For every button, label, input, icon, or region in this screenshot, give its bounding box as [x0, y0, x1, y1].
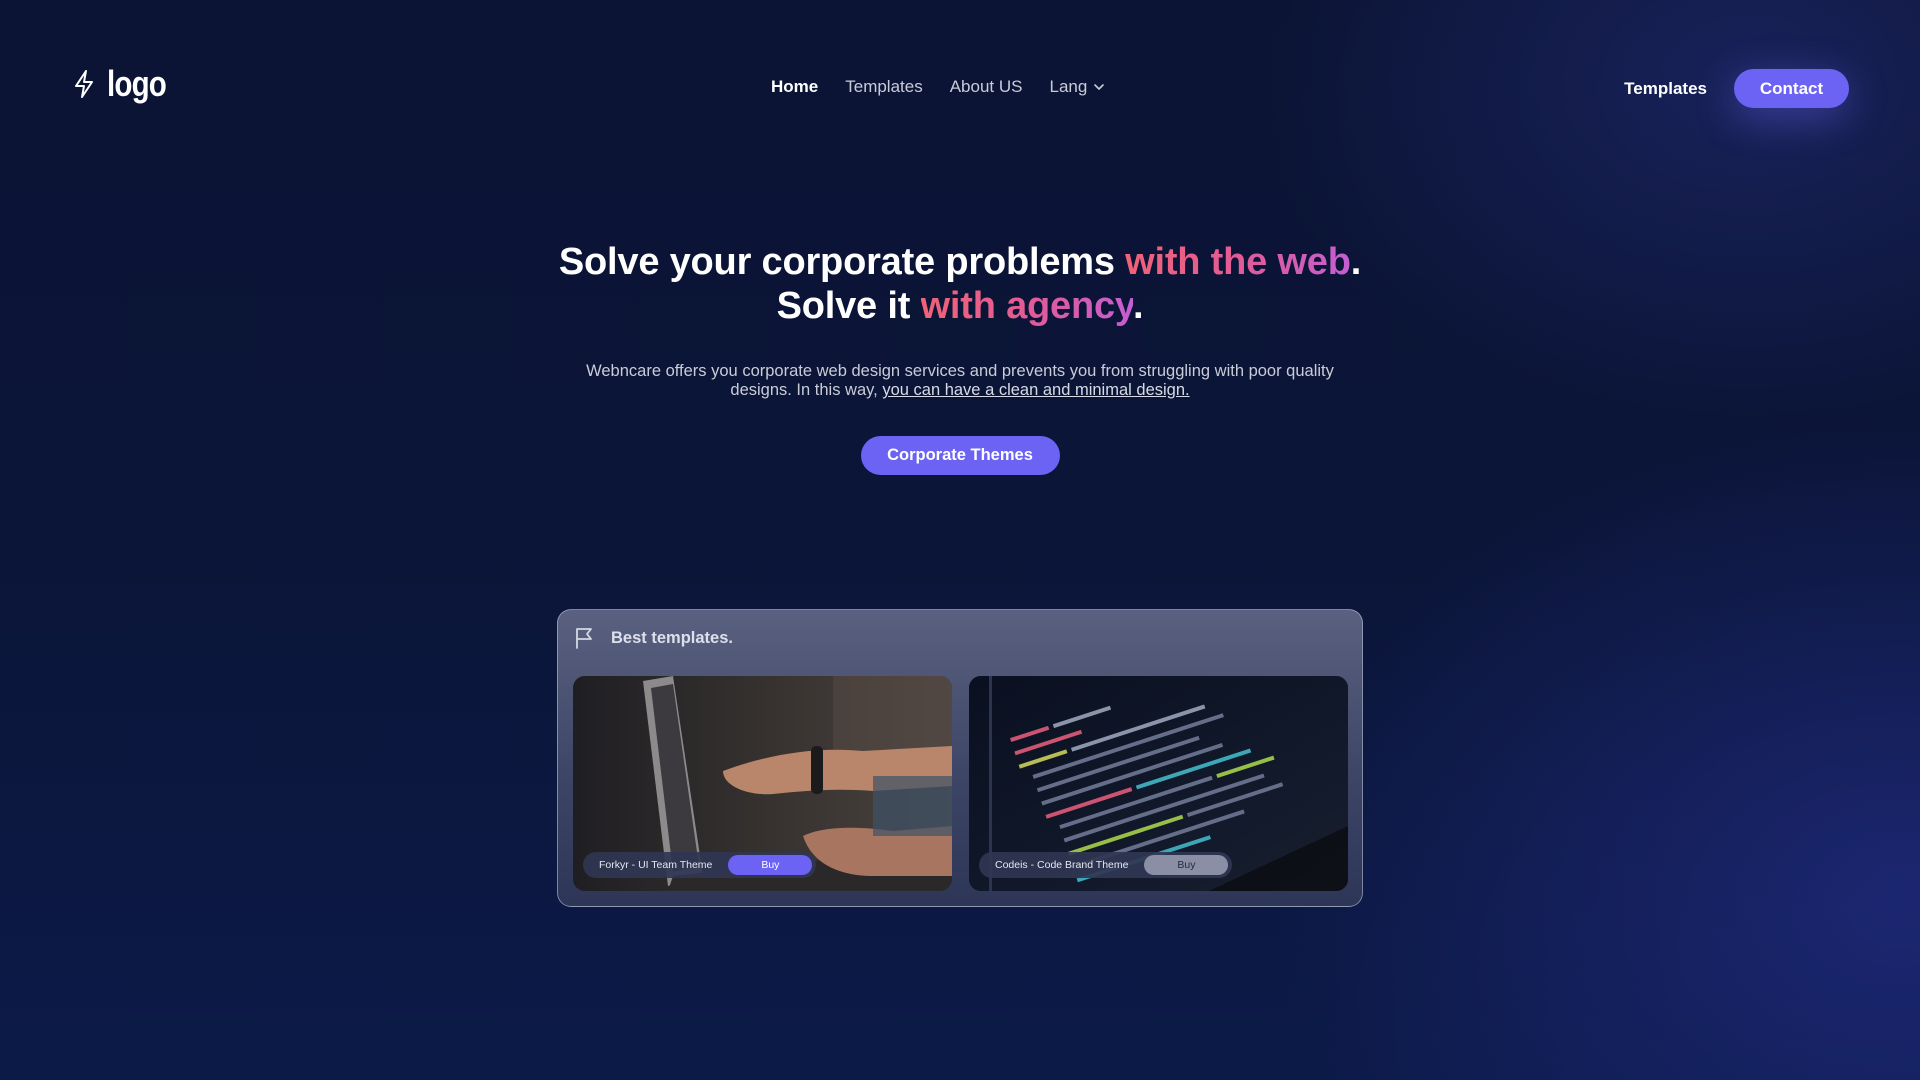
template-name: Forkyr - UI Team Theme: [599, 859, 713, 871]
chevron-down-icon: [1094, 84, 1105, 90]
hero-title-text: Solve your corporate problems: [558, 241, 1126, 283]
template-card-forkyr[interactable]: Forkyr - UI Team Theme Buy: [573, 676, 952, 891]
hero-title-period: .: [1350, 241, 1362, 283]
hero-section: Solve your corporate problems with the w…: [0, 240, 1920, 475]
hero-description-link[interactable]: you can have a clean and minimal design.: [882, 381, 1189, 399]
lightning-icon: [75, 70, 93, 98]
corporate-themes-button[interactable]: Corporate Themes: [860, 436, 1060, 475]
template-name: Codeis - Code Brand Theme: [995, 859, 1129, 871]
lang-label: Lang: [1049, 77, 1088, 96]
nav-about[interactable]: About US: [950, 77, 1023, 97]
nav-home[interactable]: Home: [771, 77, 818, 97]
flag-icon: [576, 628, 592, 649]
hero-title-line1: Solve your corporate problems with the w…: [559, 241, 1361, 283]
templates-link[interactable]: Templates: [1624, 79, 1707, 99]
logo[interactable]: logo: [73, 66, 179, 102]
buy-button[interactable]: Buy: [1144, 855, 1229, 875]
main-nav: Home Templates About US Lang: [771, 77, 1105, 97]
panel-title: Best templates.: [611, 628, 733, 647]
hero-title-highlight: with agency: [920, 285, 1134, 327]
site-header: logo Home Templates About US Lang Templa…: [0, 0, 1920, 176]
logo-text: logo: [107, 63, 167, 104]
hero-description: Webncare offers you corporate web design…: [560, 362, 1360, 400]
header-actions: Templates Contact: [1624, 69, 1849, 108]
lang-dropdown[interactable]: Lang: [1049, 77, 1105, 97]
template-pill: Codeis - Code Brand Theme Buy: [979, 852, 1233, 878]
buy-button[interactable]: Buy: [728, 855, 813, 875]
hero-title-text: Solve it: [776, 285, 921, 327]
hero-title: Solve your corporate problems with the w…: [0, 240, 1920, 328]
template-pill: Forkyr - UI Team Theme Buy: [583, 852, 817, 878]
panel-header: Best templates.: [575, 627, 733, 649]
best-templates-panel: Best templates. Forkyr - UI Team Theme B…: [557, 609, 1363, 907]
hero-title-line2: Solve it with agency.: [777, 285, 1144, 327]
contact-button[interactable]: Contact: [1734, 69, 1849, 108]
hero-title-period: .: [1133, 285, 1144, 327]
template-card-codeis[interactable]: Codeis - Code Brand Theme Buy: [969, 676, 1348, 891]
hero-title-highlight: with the web: [1125, 241, 1351, 283]
nav-templates[interactable]: Templates: [845, 77, 922, 97]
